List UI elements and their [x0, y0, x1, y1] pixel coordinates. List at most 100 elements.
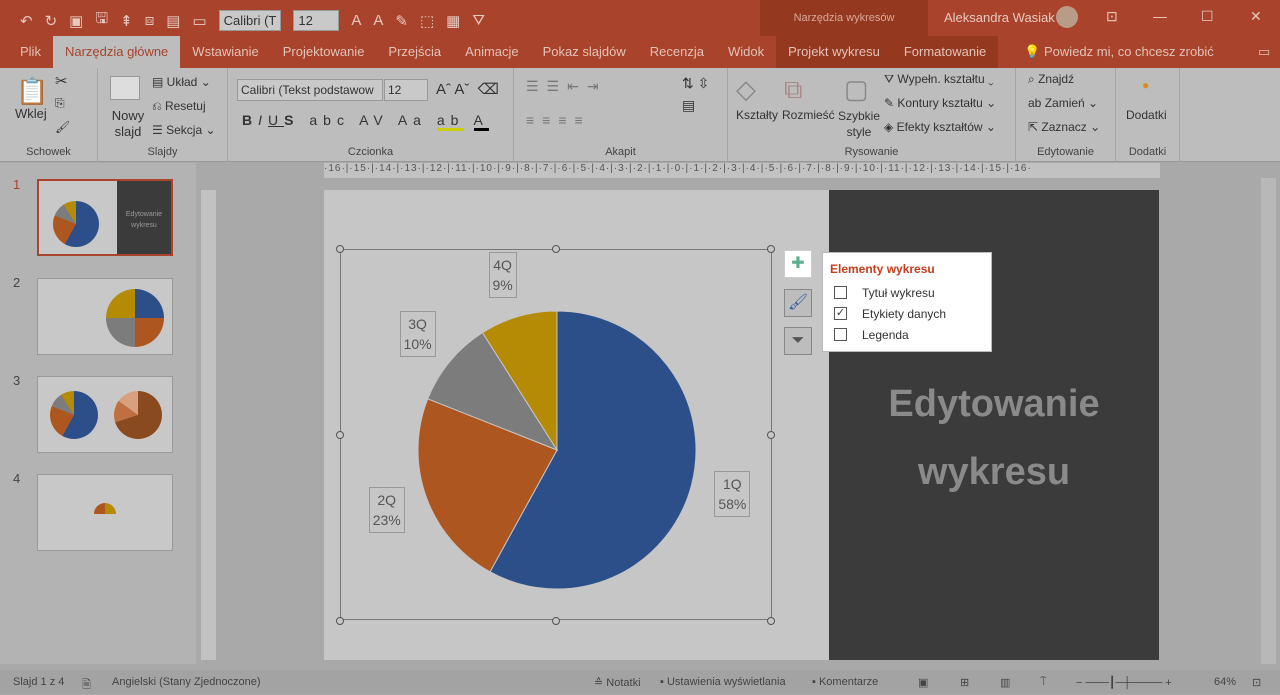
find-button[interactable]: ⌕ Znajdź	[1028, 72, 1074, 87]
format-buttons[interactable]: BIUS abc AV Aa ab A	[242, 112, 489, 128]
tab-format[interactable]: Formatowanie	[892, 36, 998, 68]
cut-icon[interactable]: ✂	[55, 72, 68, 90]
resize-handle[interactable]	[767, 431, 775, 439]
arrange-icon[interactable]: ⧉	[784, 74, 803, 106]
spellcheck-icon[interactable]: 🗎	[82, 676, 91, 695]
ribbon-display-icon[interactable]: ⊡	[1106, 8, 1118, 25]
replace-button[interactable]: ab Zamień ⌄	[1028, 96, 1098, 110]
shapes-button[interactable]: Kształty	[736, 108, 778, 122]
resize-handle[interactable]	[767, 245, 775, 253]
chart-elements-button[interactable]: ✚	[784, 250, 812, 278]
slideshow-view-icon[interactable]: ⍑	[1040, 676, 1047, 689]
vertical-scrollbar[interactable]	[1261, 178, 1276, 664]
quick-styles-button[interactable]: Szybkiestyle	[838, 108, 880, 140]
comments-button[interactable]: ▪ Komentarze	[812, 676, 878, 688]
shrink-font-icon[interactable]: A	[373, 12, 383, 29]
slide-thumb-3[interactable]	[37, 376, 173, 453]
option-data-labels[interactable]: ✓Etykiety danych	[823, 303, 991, 324]
option-legend[interactable]: Legenda	[823, 324, 991, 345]
pie-chart[interactable]	[324, 190, 1159, 660]
tab-plik[interactable]: Plik	[8, 36, 53, 68]
arrange-icon[interactable]: ▤	[166, 12, 180, 30]
qa-font-select[interactable]: Calibri (T	[219, 10, 282, 31]
addins-icon[interactable]: ●	[1142, 78, 1149, 92]
paste-button[interactable]: Wklej	[15, 106, 47, 121]
copy-icon[interactable]: ⎘	[55, 96, 65, 111]
addins-button[interactable]: Dodatki	[1126, 108, 1167, 122]
reset-button[interactable]: ⎌ Resetuj	[152, 99, 206, 114]
eyedropper-icon[interactable]: ✎	[395, 12, 408, 30]
color-icon[interactable]: ▦	[446, 12, 460, 30]
tab-review[interactable]: Recenzja	[638, 36, 716, 68]
tab-transitions[interactable]: Przejścia	[376, 36, 453, 68]
present-icon[interactable]: ▣	[69, 12, 83, 30]
tab-view[interactable]: Widok	[716, 36, 776, 68]
tab-animations[interactable]: Animacje	[453, 36, 530, 68]
data-label[interactable]: 3Q10%	[400, 311, 436, 357]
distribute-icon[interactable]: ⧈	[145, 12, 155, 29]
fit-slide-icon[interactable]: ⊡	[1252, 676, 1261, 689]
chart-styles-button[interactable]: 🖌	[784, 289, 812, 317]
arrange-button[interactable]: Rozmieść	[782, 108, 835, 122]
tell-me-box[interactable]: 💡 Powiedz mi, co chcesz zrobić	[1012, 36, 1226, 68]
option-chart-title[interactable]: Tytuł wykresu	[823, 282, 991, 303]
data-label[interactable]: 1Q58%	[714, 471, 750, 517]
new-slide-button[interactable]: Nowy slajd	[110, 108, 146, 140]
resize-handle[interactable]	[552, 245, 560, 253]
resize-handle[interactable]	[336, 245, 344, 253]
quick-styles-icon[interactable]: ▢	[844, 74, 869, 105]
avatar[interactable]	[1056, 6, 1078, 28]
undo-icon[interactable]: ↶	[20, 12, 33, 30]
tab-slideshow[interactable]: Pokaz slajdów	[531, 36, 638, 68]
section-button[interactable]: ☰ Sekcja ⌄	[152, 123, 216, 137]
data-label[interactable]: 4Q9%	[489, 252, 517, 298]
slide-thumb-1[interactable]: Edytowanie wykresu	[37, 179, 173, 256]
align-icons[interactable]: ≡≡≡≡	[526, 112, 591, 128]
zoom-level[interactable]: 64%	[1214, 676, 1236, 688]
resize-handle[interactable]	[767, 617, 775, 625]
align-icon[interactable]: ⇞	[120, 12, 133, 30]
grow-font-icon[interactable]: A	[351, 12, 361, 29]
data-label[interactable]: 2Q23%	[369, 487, 405, 533]
qa-size-select[interactable]: 12	[293, 10, 339, 31]
maximize-icon[interactable]: ☐	[1201, 8, 1214, 25]
slide-thumb-2[interactable]	[37, 278, 173, 355]
format-painter-icon[interactable]: 🖌	[55, 120, 70, 134]
font-select[interactable]: Calibri (Tekst podstawow	[237, 79, 383, 101]
screenshot-icon[interactable]: ⬚	[420, 12, 434, 30]
text-direction-icons[interactable]: ⇅ ⇳ ▤	[682, 72, 712, 116]
reading-view-icon[interactable]: ▥	[1000, 676, 1010, 689]
resize-handle[interactable]	[336, 431, 344, 439]
list-icons[interactable]: ☰☰⇤⇥	[526, 78, 607, 95]
close-icon[interactable]: ✕	[1250, 8, 1262, 25]
layout-button[interactable]: ▤ Układ ⌄	[152, 75, 211, 89]
minimize-icon[interactable]: —	[1153, 8, 1167, 24]
select-button[interactable]: ⇱ Zaznacz ⌄	[1028, 120, 1100, 134]
shape-effects-button[interactable]: ◈ Efekty kształtów ⌄	[884, 120, 996, 134]
zoom-slider[interactable]: − ───┃─┼──── +	[1076, 676, 1172, 689]
notes-button[interactable]: ≙ Notatki	[594, 676, 641, 689]
checkbox[interactable]	[834, 286, 847, 299]
display-settings-button[interactable]: ▪ Ustawienia wyświetlania	[660, 676, 786, 688]
paste-icon[interactable]: 📋	[16, 76, 48, 107]
font-size-select[interactable]: 12	[384, 79, 428, 101]
tab-chart-design[interactable]: Projekt wykresu	[776, 36, 892, 68]
textbox-icon[interactable]: ▭	[192, 12, 206, 30]
save-icon[interactable]: 🖫	[95, 8, 108, 33]
tab-insert[interactable]: Wstawianie	[180, 36, 270, 68]
tab-design[interactable]: Projektowanie	[271, 36, 377, 68]
resize-handle[interactable]	[336, 617, 344, 625]
new-slide-icon[interactable]	[110, 76, 140, 100]
chart-filters-button[interactable]: ⏷	[784, 327, 812, 355]
tab-home[interactable]: Narzędzia główne	[53, 36, 180, 68]
redo-icon[interactable]: ↻	[45, 12, 58, 30]
resize-handle[interactable]	[552, 617, 560, 625]
shape-fill-button[interactable]: ⛛ Wypełn. kształtu ⌄	[884, 72, 994, 87]
language-indicator[interactable]: Angielski (Stany Zjednoczone)	[112, 676, 261, 688]
grow-font-icon[interactable]: Aˆ Aˇ ⌫	[436, 80, 499, 98]
fill-icon[interactable]: ⛛	[472, 12, 485, 29]
user-name[interactable]: Aleksandra Wasiak	[944, 10, 1055, 25]
shapes-icon[interactable]: ◇	[736, 74, 756, 105]
checkbox-checked[interactable]: ✓	[834, 307, 847, 320]
normal-view-icon[interactable]: ▣	[918, 676, 928, 689]
